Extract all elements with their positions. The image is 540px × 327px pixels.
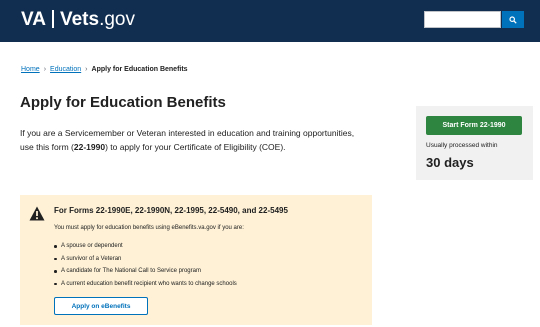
logo-site: Vets <box>59 9 100 30</box>
list-item: A spouse or dependent <box>54 240 237 253</box>
breadcrumb-separator: › <box>85 66 88 73</box>
breadcrumb-separator: › <box>43 66 47 73</box>
site-logo[interactable]: VA Vets.gov <box>21 9 135 31</box>
intro-text-end: ) to apply for your Certificate of Eligi… <box>105 142 286 152</box>
logo-tld: .gov <box>99 9 135 30</box>
breadcrumb-current: Apply for Education Benefits <box>91 66 188 73</box>
processing-time-value: 30 days <box>426 155 474 170</box>
breadcrumb-education[interactable]: Education <box>50 66 81 73</box>
start-form-button[interactable]: Start Form 22-1990 <box>426 116 522 135</box>
list-item: A current education benefit recipient wh… <box>54 278 237 291</box>
warning-icon <box>29 206 45 221</box>
site-header: VA Vets.gov <box>0 0 540 42</box>
logo-va: VA <box>21 9 46 30</box>
list-item: A candidate for The National Call to Ser… <box>54 265 237 278</box>
intro-form-number: 22-1990 <box>73 142 106 152</box>
apply-on-ebenefits-button[interactable]: Apply on eBenefits <box>54 297 148 315</box>
processing-time-label: Usually processed within <box>426 142 498 149</box>
logo-divider <box>51 10 54 28</box>
alert-text: You must apply for education benefits us… <box>54 225 244 231</box>
alert-heading: For Forms 22-1990E, 22-1990N, 22-1995, 2… <box>54 206 288 215</box>
alert-list: A spouse or dependent A survivor of a Ve… <box>54 240 237 290</box>
list-item: A survivor of a Veteran <box>54 253 237 266</box>
search-button[interactable] <box>502 11 524 28</box>
warning-alert: For Forms 22-1990E, 22-1990N, 22-1995, 2… <box>20 195 372 325</box>
start-form-panel: Start Form 22-1990 Usually processed wit… <box>416 106 533 180</box>
page-title: Apply for Education Benefits <box>20 94 226 111</box>
breadcrumb: Home › Education › Apply for Education Benef… <box>21 66 188 73</box>
search-input[interactable] <box>424 11 501 28</box>
intro-text: If you are a Servicemember or Veteran in… <box>20 126 370 154</box>
search-icon <box>509 15 517 24</box>
breadcrumb-home[interactable]: Home <box>21 66 40 73</box>
